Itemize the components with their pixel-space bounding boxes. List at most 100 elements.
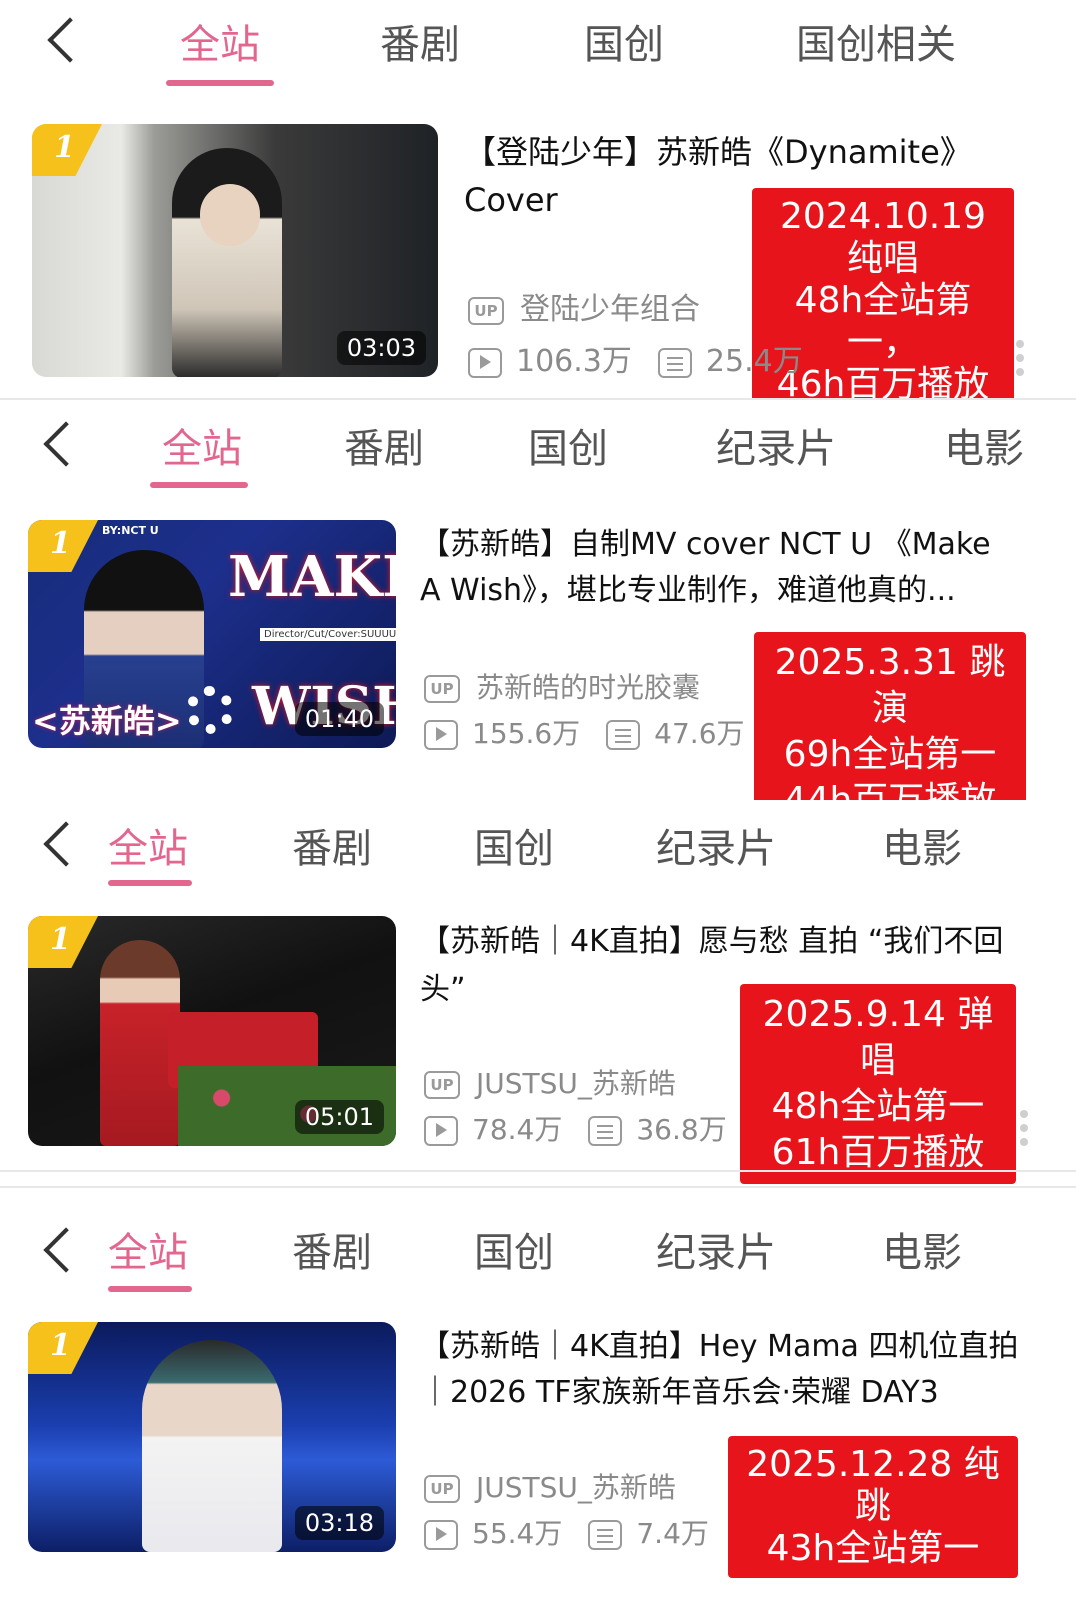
divider (0, 1186, 1076, 1188)
play-count: 155.6万 (472, 717, 581, 750)
badge-line: 48h全站第一 (771, 1086, 985, 1127)
back-arrow-icon[interactable] (43, 1227, 89, 1273)
more-options-icon[interactable] (1020, 1110, 1028, 1118)
video-title[interactable]: 【苏新皓】自制MV cover NCT U 《Make A Wish》，堪比专业… (420, 522, 1020, 614)
badge-line: 2024.10.19 纯唱 (779, 196, 987, 279)
active-tab-underline (108, 880, 192, 886)
divider (0, 1170, 1076, 1172)
duration-label: 01:40 (294, 702, 384, 736)
back-arrow-icon[interactable] (47, 17, 93, 63)
badge-line: 43h全站第一 (766, 1528, 980, 1569)
tab-bar: 全站 番剧 国创 纪录片 电影 (0, 1190, 1076, 1292)
duration-label: 03:03 (336, 331, 426, 365)
danmaku-count: 36.8万 (636, 1113, 727, 1146)
stats-row: 155.6万 47.6万 (424, 712, 745, 752)
tab-movie[interactable]: 电影 (882, 816, 962, 874)
badge-line: 2025.12.28 纯跳 (746, 1444, 1000, 1527)
video-thumbnail[interactable]: 1 03:18 (28, 1322, 396, 1552)
uploader-row[interactable]: UP JUSTSU_苏新皓 (424, 1466, 676, 1506)
uploader-name: JUSTSU_苏新皓 (476, 1067, 676, 1100)
rank-badge: 1 (28, 520, 98, 572)
tab-guochuang[interactable]: 国创 (474, 816, 554, 874)
tab-all-site[interactable]: 全站 (108, 816, 188, 874)
play-count: 78.4万 (472, 1113, 563, 1146)
danmaku-icon (657, 347, 692, 378)
tab-guochuang[interactable]: 国创 (584, 12, 664, 70)
rank-badge: 1 (32, 124, 102, 176)
thumb-caption-make: MAKE (228, 544, 396, 610)
play-count: 106.3万 (516, 344, 632, 379)
video-thumbnail[interactable]: BY:NCT U MAKE Director/Cut/Cover:SUUUU W… (28, 520, 396, 748)
tab-documentary[interactable]: 纪录片 (656, 816, 776, 874)
danmaku-icon (588, 1116, 623, 1146)
ranking-note-badge: 2024.10.19 纯唱 48h全站第一， 46h百万播放 (752, 188, 1014, 414)
stats-row: 78.4万 36.8万 (424, 1108, 727, 1148)
video-thumbnail[interactable]: 1 05:01 (28, 916, 396, 1146)
active-tab-underline (150, 482, 248, 488)
play-count-icon (424, 1520, 458, 1550)
tab-all-site[interactable]: 全站 (162, 416, 242, 474)
tab-bangumi[interactable]: 番剧 (380, 12, 460, 70)
tab-movie[interactable]: 电影 (882, 1220, 962, 1278)
gear-icon (186, 686, 234, 734)
play-count-icon (468, 347, 502, 378)
up-icon: UP (468, 296, 504, 325)
active-tab-underline (166, 80, 274, 86)
back-arrow-icon[interactable] (43, 421, 89, 467)
rank-badge: 1 (28, 916, 98, 968)
danmaku-count: 25.4万 (705, 344, 803, 379)
stats-row: 55.4万 7.4万 (424, 1512, 709, 1552)
tab-guochuang[interactable]: 国创 (528, 416, 608, 474)
uploader-name: JUSTSU_苏新皓 (476, 1471, 676, 1504)
tab-guochuang[interactable]: 国创 (474, 1220, 554, 1278)
performer-face (200, 184, 260, 246)
tab-all-site[interactable]: 全站 (180, 12, 260, 70)
tab-bar: 全站 番剧 国创 国创相关 (0, 0, 1076, 90)
badge-line: 69h全站第一 (783, 734, 997, 775)
performer-figure (172, 148, 282, 377)
up-icon: UP (424, 675, 460, 703)
badge-line: 2025.3.31 跳演 (774, 642, 1006, 729)
tab-guochuang-related[interactable]: 国创相关 (796, 12, 956, 70)
performer-figure (142, 1340, 282, 1552)
thumb-caption-name: <苏新皓> (32, 702, 182, 740)
uploader-row[interactable]: UP JUSTSU_苏新皓 (424, 1062, 676, 1102)
uploader-row[interactable]: UP 苏新皓的时光胶囊 (424, 666, 700, 706)
back-arrow-icon[interactable] (43, 821, 89, 867)
tab-bangumi[interactable]: 番剧 (344, 416, 424, 474)
play-count-icon (424, 1116, 458, 1146)
up-icon: UP (424, 1475, 460, 1503)
tab-bar: 全站 番剧 国创 纪录片 电影 (0, 400, 1076, 490)
video-thumbnail[interactable]: 1 03:03 (32, 124, 438, 377)
active-tab-underline (108, 1286, 192, 1292)
tab-all-site[interactable]: 全站 (108, 1220, 188, 1278)
ranking-panel-3: 全站 番剧 国创 纪录片 电影 1 05:01 【苏新皓｜4K直拍】愿与愁 直拍… (0, 800, 1076, 1184)
badge-line: 2025.9.14 弹唱 (762, 994, 994, 1081)
ranking-note-badge: 2025.9.14 弹唱 48h全站第一 61h百万播放 (740, 984, 1016, 1184)
thumb-caption-credit: Director/Cut/Cover:SUUUU (260, 628, 396, 641)
thumb-caption-by: BY:NCT U (102, 524, 159, 537)
ranking-note-badge: 2025.12.28 纯跳 43h全站第一 (728, 1436, 1018, 1578)
ranking-panel-2: 全站 番剧 国创 纪录片 电影 BY:NCT U MAKE Director/C… (0, 400, 1076, 832)
tab-bangumi[interactable]: 番剧 (292, 1220, 372, 1278)
play-count-icon (424, 720, 458, 750)
up-icon: UP (424, 1071, 460, 1099)
tab-documentary[interactable]: 纪录片 (656, 1220, 776, 1278)
more-options-icon[interactable] (1016, 340, 1024, 348)
danmaku-icon (588, 1520, 623, 1550)
video-title[interactable]: 【苏新皓｜4K直拍】Hey Mama 四机位直拍｜2026 TF家族新年音乐会·… (420, 1324, 1020, 1416)
tab-bar: 全站 番剧 国创 纪录片 电影 (0, 800, 1076, 890)
stats-row: 106.3万 25.4万 (468, 336, 803, 380)
tab-bangumi[interactable]: 番剧 (292, 816, 372, 874)
danmaku-icon (606, 720, 641, 750)
uploader-name: 苏新皓的时光胶囊 (476, 671, 701, 704)
tab-documentary[interactable]: 纪录片 (716, 416, 836, 474)
uploader-row[interactable]: UP 登陆少年组合 (468, 284, 700, 328)
play-count: 55.4万 (472, 1517, 563, 1550)
danmaku-count: 7.4万 (636, 1517, 709, 1550)
ranking-panel-4: 全站 番剧 国创 纪录片 电影 1 03:18 【苏新皓｜4K直拍】Hey Ma… (0, 1190, 1076, 1608)
duration-label: 05:01 (294, 1100, 384, 1134)
uploader-name: 登陆少年组合 (520, 292, 700, 327)
ranking-panel-1: 全站 番剧 国创 国创相关 1 03:03 【登陆少年】苏新皓《Dynamite… (0, 0, 1076, 414)
tab-movie[interactable]: 电影 (944, 416, 1024, 474)
